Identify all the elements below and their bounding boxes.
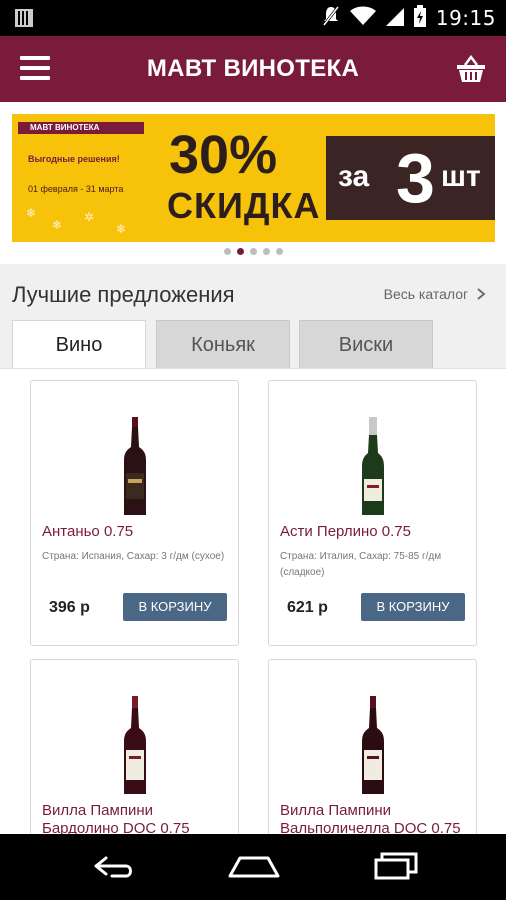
- home-button[interactable]: [224, 848, 284, 884]
- home-icon: [228, 856, 280, 878]
- status-bar: 19:15: [0, 0, 506, 36]
- product-name[interactable]: Вилла Пампини Вальполичелла DOC 0.75: [280, 802, 468, 834]
- product-name[interactable]: Антаньо 0.75: [42, 523, 230, 541]
- clock: 19:15: [435, 6, 496, 30]
- snowflake-icon: ✲: [84, 210, 95, 224]
- banner-tagline: Выгодные решения!: [28, 154, 120, 164]
- recents-icon: [374, 852, 418, 880]
- battery-icon: [413, 4, 426, 32]
- recents-button[interactable]: [366, 848, 426, 884]
- banner-discount: 30%: [169, 125, 278, 185]
- carousel-dot[interactable]: [275, 248, 283, 255]
- notification-icon: [14, 8, 34, 28]
- app-title: МАВТ ВИНОТЕКА: [146, 55, 360, 82]
- chevron-right-icon: [477, 288, 486, 300]
- category-tabs: Вино Коньяк Виски: [0, 320, 506, 369]
- carousel-dot-active[interactable]: [236, 248, 244, 255]
- product-grid: Антаньо 0.75 Страна: Испания, Сахар: 3 г…: [0, 368, 506, 834]
- product-name[interactable]: Вилла Пампини Бардолино DOC 0.75: [42, 802, 230, 834]
- banner-offer: за 3 шт: [326, 136, 495, 220]
- signal-icon: [385, 6, 404, 31]
- tab-cognac[interactable]: Коньяк: [156, 320, 290, 368]
- carousel-dot[interactable]: [249, 248, 257, 255]
- catalog-link-label: Весь каталог: [383, 286, 469, 302]
- cart-button[interactable]: [456, 54, 486, 83]
- banner-discount-word: СКИДКА: [167, 185, 321, 226]
- catalog-link[interactable]: Весь каталог: [384, 286, 486, 302]
- wine-bottle-image: [361, 696, 384, 794]
- product-meta: Страна: Италия, Сахар: 75-85 г/дм (сладк…: [280, 551, 442, 578]
- carousel-dots: [0, 248, 506, 255]
- muted-icon: [322, 5, 340, 32]
- promo-carousel: МАВТ ВИНОТЕКА Выгодные решения! 01 февра…: [0, 102, 506, 264]
- sparkling-bottle-image: [361, 417, 384, 515]
- wine-bottle-image: [123, 696, 146, 794]
- product-card[interactable]: Антаньо 0.75 Страна: Испания, Сахар: 3 г…: [30, 380, 239, 646]
- back-button[interactable]: [82, 848, 142, 884]
- section-title: Лучшие предложения: [12, 282, 235, 307]
- banner-offer-suffix: шт: [441, 160, 481, 193]
- carousel-dot[interactable]: [262, 248, 270, 255]
- snowflake-icon: ❄: [26, 206, 37, 220]
- product-card[interactable]: Вилла Пампини Бардолино DOC 0.75: [30, 659, 239, 834]
- system-nav-bar: [0, 834, 506, 900]
- app-bar: МАВТ ВИНОТЕКА: [0, 36, 506, 102]
- carousel-dot[interactable]: [223, 248, 231, 255]
- snowflake-icon: ❄: [52, 218, 63, 232]
- product-card[interactable]: Вилла Пампини Вальполичелла DOC 0.75: [268, 659, 477, 834]
- snowflake-icon: ❄: [116, 222, 127, 236]
- add-to-cart-button[interactable]: В КОРЗИНУ: [123, 593, 227, 621]
- tab-wine[interactable]: Вино: [12, 320, 146, 369]
- best-offers-header: Лучшие предложения Весь каталог: [0, 264, 506, 320]
- add-to-cart-button[interactable]: В КОРЗИНУ: [361, 593, 465, 621]
- product-meta: Страна: Испания, Сахар: 3 г/дм (сухое): [42, 551, 225, 562]
- wine-bottle-image: [123, 417, 146, 515]
- product-price: 396 р: [49, 599, 90, 616]
- wifi-icon: [349, 6, 376, 31]
- product-price: 621 р: [287, 599, 328, 616]
- banner-brand: МАВТ ВИНОТЕКА: [18, 122, 144, 134]
- basket-icon: [457, 54, 485, 82]
- tab-whisky[interactable]: Виски: [299, 320, 433, 368]
- app-screen: 19:15 МАВТ ВИНОТЕКА МАВТ ВИНОТЕКА Выгодн…: [0, 0, 506, 900]
- banner-dates: 01 февраля - 31 марта: [28, 184, 124, 194]
- promo-banner[interactable]: МАВТ ВИНОТЕКА Выгодные решения! 01 февра…: [12, 114, 495, 242]
- back-icon: [94, 856, 132, 878]
- product-name[interactable]: Асти Перлино 0.75: [280, 523, 468, 541]
- banner-offer-number: 3: [396, 139, 435, 217]
- product-card[interactable]: Асти Перлино 0.75 Страна: Италия, Сахар:…: [268, 380, 477, 646]
- banner-offer-prefix: за: [338, 160, 370, 193]
